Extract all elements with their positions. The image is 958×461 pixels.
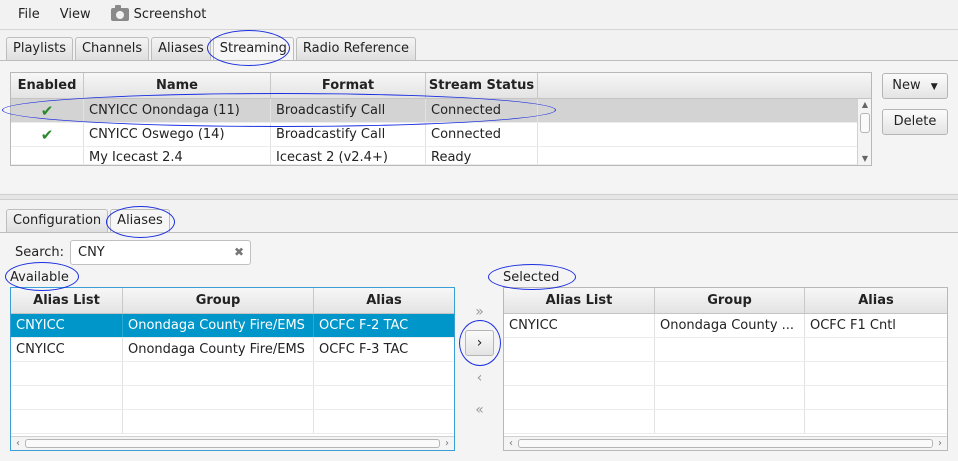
available-table: Alias List Group Alias CNYICC Onondaga C… [10, 287, 455, 451]
available-horizontal-scrollbar[interactable]: ‹ › [11, 436, 454, 450]
streams-vertical-scrollbar[interactable]: ▲ ▼ [857, 99, 871, 165]
col-alias-list[interactable]: Alias List [504, 288, 655, 313]
search-label: Search: [15, 245, 65, 260]
col-stream-status[interactable]: Stream Status [426, 73, 538, 98]
alias-cell: OCFC F1 Cntl [810, 318, 896, 333]
tab-aliases-detail[interactable]: Aliases [110, 209, 170, 233]
name-cell: My Icecast 2.4 [84, 147, 271, 164]
available-label: Available [10, 270, 69, 285]
new-button-label: New [892, 78, 921, 93]
scroll-right-icon[interactable]: › [933, 437, 947, 450]
dropdown-arrow-icon: ▼ [930, 82, 938, 92]
table-row[interactable]: CNYICC Onondaga County ... OCFC F1 Cntl [504, 314, 947, 338]
scroll-thumb[interactable] [860, 113, 870, 133]
table-row[interactable]: ✔ CNYICC Oswego (14) Broadcastify Call C… [11, 123, 871, 147]
filler-cell [538, 147, 871, 164]
status-cell: Connected [426, 99, 538, 122]
alias-cell: OCFC F-3 TAC [319, 342, 409, 357]
col-group[interactable]: Group [655, 288, 805, 313]
empty-row [504, 362, 947, 386]
scroll-thumb[interactable] [518, 439, 933, 448]
col-enabled[interactable]: Enabled [11, 73, 84, 98]
empty-row [504, 410, 947, 434]
format-cell: Broadcastify Call [271, 123, 426, 146]
col-alias[interactable]: Alias [805, 288, 947, 313]
col-name[interactable]: Name [84, 73, 271, 98]
alias-cell: OCFC F-2 TAC [319, 318, 409, 333]
table-row[interactable]: ✔ CNYICC Onondaga (11) Broadcastify Call… [11, 99, 871, 123]
camera-icon [110, 5, 129, 21]
scroll-down-icon[interactable]: ▼ [858, 153, 871, 165]
col-filler [538, 73, 871, 98]
empty-row [11, 386, 454, 410]
selected-table-header: Alias List Group Alias [504, 288, 947, 314]
format-cell: Broadcastify Call [271, 99, 426, 122]
search-input[interactable] [70, 240, 251, 265]
name-cell: CNYICC Oswego (14) [84, 123, 271, 146]
scroll-left-icon[interactable]: ‹ [504, 437, 518, 450]
menu-screenshot[interactable]: Screenshot [101, 0, 217, 30]
scroll-left-icon[interactable]: ‹ [11, 437, 25, 450]
tab-streaming[interactable]: Streaming [212, 37, 294, 61]
format-cell: Icecast 2 (v2.4+) [271, 147, 426, 164]
delete-button[interactable]: Delete [882, 109, 948, 135]
streams-table: Enabled Name Format Stream Status ✔ CNYI… [10, 72, 872, 166]
table-row[interactable]: CNYICC Onondaga County Fire/EMS OCFC F-3… [11, 338, 454, 362]
menu-bar: File View Screenshot [0, 0, 958, 30]
stream-detail-tab-bar: Configuration Aliases [6, 208, 172, 233]
tab-radio-reference[interactable]: Radio Reference [295, 37, 417, 61]
scroll-right-icon[interactable]: › [440, 437, 454, 450]
move-all-right-button[interactable]: » [465, 299, 494, 325]
scroll-up-icon[interactable]: ▲ [858, 99, 871, 111]
col-group[interactable]: Group [123, 288, 314, 313]
enabled-cell [11, 147, 84, 164]
menu-file[interactable]: File [8, 0, 50, 30]
scroll-thumb[interactable] [25, 439, 440, 448]
enabled-cell: ✔ [11, 99, 84, 122]
col-format[interactable]: Format [271, 73, 426, 98]
tab-channels[interactable]: Channels [74, 37, 150, 61]
streams-table-header: Enabled Name Format Stream Status [11, 73, 871, 99]
col-alias-list[interactable]: Alias List [11, 288, 123, 313]
empty-row [504, 386, 947, 410]
alias-list-cell: CNYICC [11, 314, 123, 337]
selected-horizontal-scrollbar[interactable]: ‹ › [504, 436, 947, 450]
new-button[interactable]: New ▼ [882, 73, 948, 99]
tab-aliases[interactable]: Aliases [151, 37, 211, 61]
split-pane-divider[interactable] [0, 194, 958, 200]
tab-configuration[interactable]: Configuration [6, 209, 109, 233]
group-cell: Onondaga County Fire/EMS [123, 314, 314, 337]
status-cell: Ready [426, 147, 538, 164]
checkmark-icon: ✔ [40, 126, 54, 144]
clear-x-icon[interactable]: ✖ [234, 244, 244, 260]
empty-row [11, 410, 454, 434]
enabled-cell: ✔ [11, 123, 84, 146]
available-table-header: Alias List Group Alias [11, 288, 454, 314]
tab-playlists[interactable]: Playlists [6, 37, 73, 61]
filler-cell [538, 99, 871, 122]
alias-list-cell: CNYICC [504, 314, 655, 337]
table-row[interactable]: My Icecast 2.4 Icecast 2 (v2.4+) Ready [11, 147, 871, 165]
name-cell: CNYICC Onondaga (11) [84, 99, 271, 122]
selected-table: Alias List Group Alias CNYICC Onondaga C… [503, 287, 948, 451]
move-left-button[interactable]: ‹ [465, 365, 494, 391]
main-tab-bar: Playlists Channels Aliases Streaming Rad… [6, 36, 418, 61]
status-cell: Connected [426, 123, 538, 146]
table-row[interactable]: CNYICC Onondaga County Fire/EMS OCFC F-2… [11, 314, 454, 338]
menu-screenshot-label: Screenshot [133, 6, 207, 22]
filler-cell [538, 123, 871, 146]
group-cell: Onondaga County Fire/EMS [123, 338, 314, 361]
move-all-left-button[interactable]: « [465, 397, 494, 423]
empty-row [11, 362, 454, 386]
selected-label: Selected [503, 270, 560, 285]
alias-list-cell: CNYICC [11, 338, 123, 361]
col-alias[interactable]: Alias [314, 288, 454, 313]
empty-row [504, 338, 947, 362]
group-cell: Onondaga County ... [655, 314, 805, 337]
checkmark-icon: ✔ [40, 102, 54, 120]
move-right-button[interactable]: › [465, 330, 494, 356]
menu-view[interactable]: View [50, 0, 101, 30]
